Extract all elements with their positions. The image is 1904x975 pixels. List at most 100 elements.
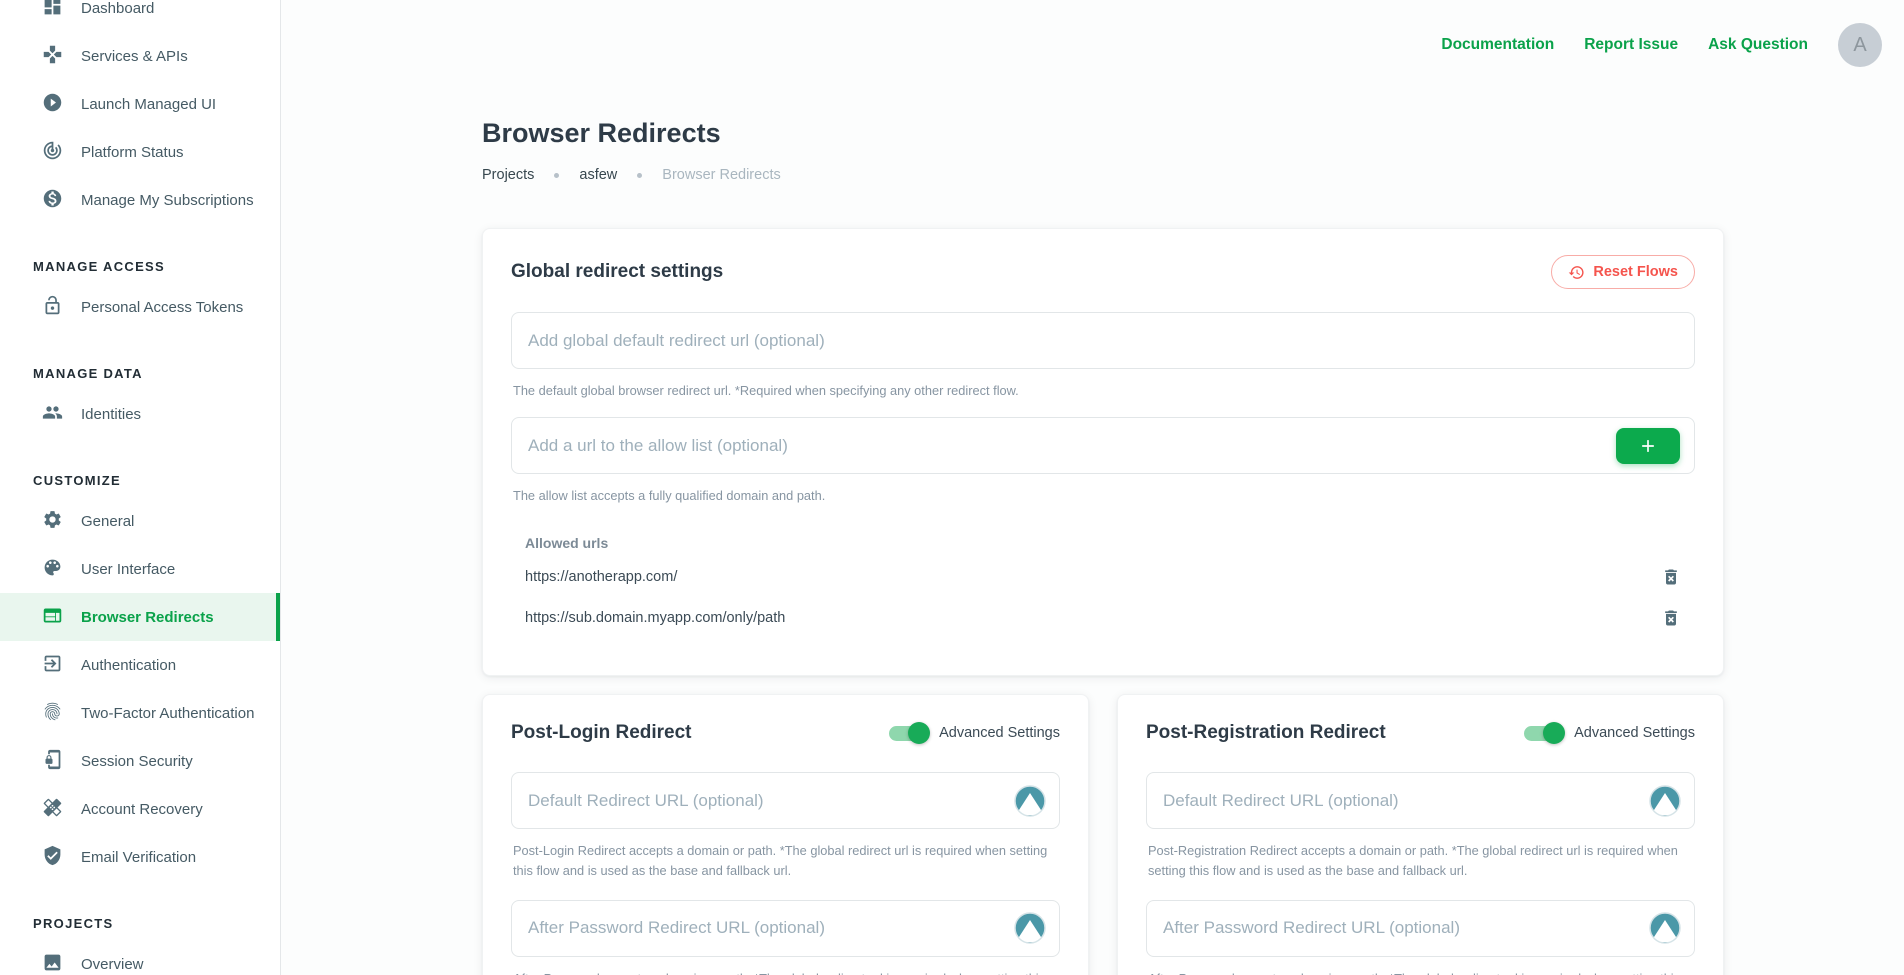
- allow-list-helper: The allow list accepts a fully qualified…: [513, 486, 1693, 505]
- sidebar-item-label: Personal Access Tokens: [81, 299, 243, 316]
- subscriptions-icon: [42, 188, 81, 213]
- main-content: Browser Redirects Projects asfew Browser…: [482, 0, 1724, 975]
- post-login-card-header: Post-Login Redirect Advanced Settings: [511, 721, 1060, 745]
- post-login-after-password-field: [511, 900, 1060, 957]
- sidebar-item-label: Manage My Subscriptions: [81, 192, 254, 209]
- sidebar-item-personal-access-tokens[interactable]: Personal Access Tokens: [0, 283, 280, 331]
- breadcrumb-project-name[interactable]: asfew: [579, 167, 617, 183]
- gear-icon: [42, 509, 81, 534]
- advanced-settings-toggle[interactable]: [889, 726, 927, 741]
- sidebar-item-label: Two-Factor Authentication: [81, 705, 254, 722]
- sidebar-item-user-interface[interactable]: User Interface: [0, 545, 280, 593]
- palette-icon: [42, 557, 81, 582]
- mountain-icon: [1649, 912, 1681, 944]
- sidebar-item-authentication[interactable]: Authentication: [0, 641, 280, 689]
- sidebar-section-customize: CUSTOMIZE: [0, 438, 280, 497]
- history-icon: [1568, 264, 1585, 281]
- play-circle-icon: [42, 92, 81, 117]
- healing-icon: [42, 797, 81, 822]
- allow-list-url-input[interactable]: [528, 436, 1678, 456]
- post-registration-default-url-helper: Post-Registration Redirect accepts a dom…: [1148, 841, 1693, 879]
- global-redirect-settings-card: Global redirect settings Reset Flows The…: [482, 228, 1724, 676]
- sidebar-item-browser-redirects[interactable]: Browser Redirects: [0, 593, 280, 641]
- sidebar-item-label: Services & APIs: [81, 48, 188, 65]
- advanced-settings-label: Advanced Settings: [939, 725, 1060, 741]
- sidebar-item-overview[interactable]: Overview: [0, 940, 280, 975]
- sidebar: Dashboard Services & APIs Launch Managed…: [0, 0, 281, 975]
- sidebar-item-label: Platform Status: [81, 144, 184, 161]
- sidebar-item-account-recovery[interactable]: Account Recovery: [0, 785, 280, 833]
- sidebar-item-label: User Interface: [81, 561, 175, 578]
- report-issue-link[interactable]: Report Issue: [1584, 36, 1678, 54]
- post-registration-after-password-helper: After Password accepts a domain or path.…: [1148, 969, 1693, 975]
- allowed-url-row: https://sub.domain.myapp.com/only/path: [525, 602, 1681, 633]
- sidebar-item-label: Authentication: [81, 657, 176, 674]
- sidebar-item-two-factor[interactable]: Two-Factor Authentication: [0, 689, 280, 737]
- post-login-redirect-card: Post-Login Redirect Advanced Settings Po…: [482, 694, 1089, 975]
- sidebar-item-platform-status[interactable]: Platform Status: [0, 128, 280, 176]
- trash-icon: [1661, 608, 1681, 628]
- people-icon: [42, 402, 81, 427]
- global-card-title: Global redirect settings: [511, 260, 723, 284]
- global-default-url-field: [511, 312, 1695, 369]
- phone-lock-icon: [42, 749, 81, 774]
- documentation-link[interactable]: Documentation: [1441, 36, 1554, 54]
- platform-status-icon: [42, 140, 81, 165]
- breadcrumb-current: Browser Redirects: [662, 167, 780, 183]
- sidebar-item-label: Session Security: [81, 753, 193, 770]
- post-login-after-password-input[interactable]: [528, 918, 1043, 938]
- sidebar-item-label: Overview: [81, 956, 144, 973]
- global-default-url-helper: The default global browser redirect url.…: [513, 381, 1693, 400]
- delete-url-button[interactable]: [1661, 608, 1681, 628]
- avatar[interactable]: A: [1838, 23, 1882, 67]
- image-icon: [42, 952, 81, 975]
- browser-window-icon: [42, 605, 81, 630]
- add-url-button[interactable]: [1616, 428, 1680, 464]
- advanced-settings-label: Advanced Settings: [1574, 725, 1695, 741]
- post-registration-after-password-field: [1146, 900, 1695, 957]
- app-viewport: Dashboard Services & APIs Launch Managed…: [0, 0, 1904, 975]
- sidebar-item-dashboard[interactable]: Dashboard: [0, 0, 280, 32]
- sidebar-item-label: Identities: [81, 406, 141, 423]
- sidebar-item-manage-subscriptions[interactable]: Manage My Subscriptions: [0, 176, 280, 224]
- delete-url-button[interactable]: [1661, 567, 1681, 587]
- allowed-urls-label: Allowed urls: [525, 535, 1681, 551]
- sidebar-item-label: General: [81, 513, 134, 530]
- mountain-icon: [1014, 912, 1046, 944]
- sidebar-item-label: Dashboard: [81, 0, 154, 17]
- global-default-url-input[interactable]: [528, 331, 1678, 351]
- reset-flows-button[interactable]: Reset Flows: [1551, 255, 1695, 289]
- reset-flows-label: Reset Flows: [1593, 264, 1678, 280]
- breadcrumb-separator-dot: [554, 173, 559, 178]
- sidebar-item-email-verification[interactable]: Email Verification: [0, 833, 280, 881]
- header-links: Documentation Report Issue Ask Question …: [1441, 23, 1882, 67]
- post-login-after-password-helper: After Password accepts a domain or path.…: [513, 969, 1058, 975]
- post-registration-after-password-input[interactable]: [1163, 918, 1678, 938]
- sidebar-item-launch-managed-ui[interactable]: Launch Managed UI: [0, 80, 280, 128]
- sidebar-item-general[interactable]: General: [0, 497, 280, 545]
- post-login-default-url-helper: Post-Login Redirect accepts a domain or …: [513, 841, 1058, 879]
- sidebar-item-label: Account Recovery: [81, 801, 203, 818]
- sidebar-section-manage-access: MANAGE ACCESS: [0, 224, 280, 283]
- sidebar-item-services-apis[interactable]: Services & APIs: [0, 32, 280, 80]
- sidebar-item-session-security[interactable]: Session Security: [0, 737, 280, 785]
- sidebar-item-identities[interactable]: Identities: [0, 390, 280, 438]
- sidebar-item-label: Email Verification: [81, 849, 196, 866]
- allowed-url-text: https://anotherapp.com/: [525, 569, 677, 585]
- sidebar-nav: Dashboard Services & APIs Launch Managed…: [0, 0, 280, 975]
- ask-question-link[interactable]: Ask Question: [1708, 36, 1808, 54]
- post-registration-card-title: Post-Registration Redirect: [1146, 721, 1386, 745]
- post-login-default-url-input[interactable]: [528, 791, 1043, 811]
- post-registration-default-url-field: [1146, 772, 1695, 829]
- allowed-urls-block: Allowed urls https://anotherapp.com/ htt…: [511, 535, 1695, 633]
- breadcrumb-projects[interactable]: Projects: [482, 167, 534, 183]
- global-card-header: Global redirect settings Reset Flows: [511, 255, 1695, 289]
- allowed-url-row: https://anotherapp.com/: [525, 561, 1681, 592]
- post-login-card-title: Post-Login Redirect: [511, 721, 692, 745]
- shield-check-icon: [42, 845, 81, 870]
- toggle-knob: [1543, 722, 1565, 744]
- post-registration-default-url-input[interactable]: [1163, 791, 1678, 811]
- services-apis-icon: [42, 44, 81, 69]
- advanced-settings-toggle[interactable]: [1524, 726, 1562, 741]
- breadcrumb: Projects asfew Browser Redirects: [482, 167, 1724, 183]
